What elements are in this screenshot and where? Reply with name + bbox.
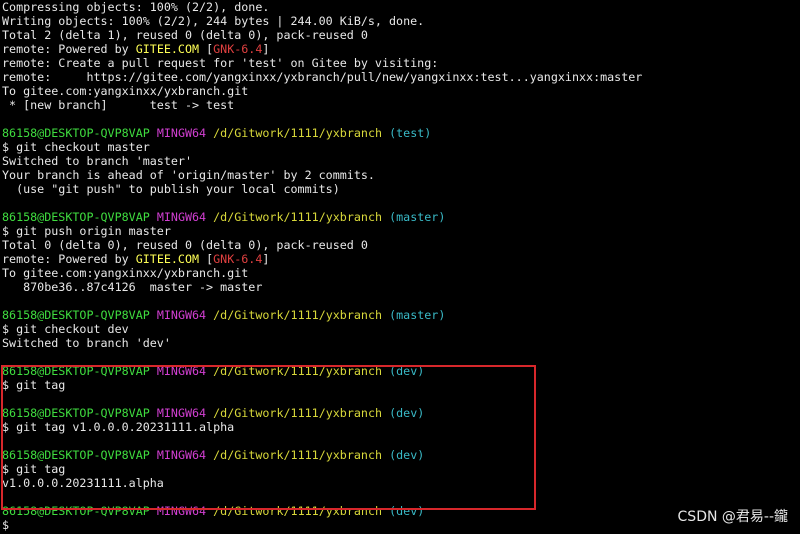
- gitee-brand: GITEE.COM: [135, 252, 200, 266]
- gitee-version: GNK-6.4: [213, 252, 263, 266]
- output-line: To gitee.com:yangxinxx/yxbranch.git: [2, 84, 249, 98]
- prompt-user: 86158@DESKTOP-QVP8VAP: [2, 308, 150, 322]
- output-line: Total 2 (delta 1), reused 0 (delta 0), p…: [2, 28, 368, 42]
- prompt-branch: (master): [389, 308, 446, 322]
- output-line: (use "git push" to publish your local co…: [2, 182, 340, 196]
- command-line: $ git push origin master: [2, 224, 171, 238]
- command-line: $: [2, 518, 10, 532]
- prompt-line: 86158@DESKTOP-QVP8VAP MINGW64 /d/Gitwork…: [2, 126, 431, 140]
- prompt-user: 86158@DESKTOP-QVP8VAP: [2, 126, 150, 140]
- output-line: * [new branch] test -> test: [2, 98, 235, 112]
- prompt-shell: MINGW64: [156, 126, 207, 140]
- prompt-line: 86158@DESKTOP-QVP8VAP MINGW64 /d/Gitwork…: [2, 308, 445, 322]
- output-line: Switched to branch 'dev': [2, 336, 171, 350]
- prompt-path: /d/Gitwork/1111/yxbranch: [213, 308, 383, 322]
- command-line: $ git checkout dev: [2, 322, 129, 336]
- remote-powered-line: remote: Powered by GITEE.COM [GNK-6.4]: [2, 252, 269, 266]
- output-line: Writing objects: 100% (2/2), 244 bytes |…: [2, 14, 425, 28]
- output-line: Compressing objects: 100% (2/2), done.: [2, 0, 270, 14]
- remote-prefix: remote: Powered by: [2, 42, 136, 56]
- prompt-shell: MINGW64: [156, 210, 207, 224]
- bracket-close: ]: [262, 42, 270, 56]
- gitee-brand: GITEE.COM: [135, 42, 200, 56]
- prompt-user: 86158@DESKTOP-QVP8VAP: [2, 210, 150, 224]
- output-line: 870be36..87c4126 master -> master: [2, 280, 263, 294]
- prompt-path: /d/Gitwork/1111/yxbranch: [213, 210, 383, 224]
- prompt-path: /d/Gitwork/1111/yxbranch: [213, 126, 383, 140]
- prompt-shell: MINGW64: [156, 308, 207, 322]
- bracket-open: [: [199, 42, 214, 56]
- output-line: Switched to branch 'master': [2, 154, 192, 168]
- command-line: $ git checkout master: [2, 140, 150, 154]
- csdn-watermark: CSDN @君易--鑨: [677, 509, 788, 525]
- prompt-line: 86158@DESKTOP-QVP8VAP MINGW64 /d/Gitwork…: [2, 210, 445, 224]
- prompt-branch: (test): [389, 126, 432, 140]
- remote-powered-line: remote: Powered by GITEE.COM [GNK-6.4]: [2, 42, 269, 56]
- output-line: Your branch is ahead of 'origin/master' …: [2, 168, 375, 182]
- highlight-box: [1, 365, 536, 510]
- output-line: remote: Create a pull request for 'test'…: [2, 56, 439, 70]
- bracket-close: ]: [262, 252, 270, 266]
- output-line: To gitee.com:yangxinxx/yxbranch.git: [2, 266, 249, 280]
- gitee-version: GNK-6.4: [213, 42, 263, 56]
- remote-prefix: remote: Powered by: [2, 252, 136, 266]
- output-line: Total 0 (delta 0), reused 0 (delta 0), p…: [2, 238, 368, 252]
- bracket-open: [: [199, 252, 214, 266]
- output-line: remote: https://gitee.com/yangxinxx/yxbr…: [2, 70, 643, 84]
- prompt-branch: (master): [389, 210, 446, 224]
